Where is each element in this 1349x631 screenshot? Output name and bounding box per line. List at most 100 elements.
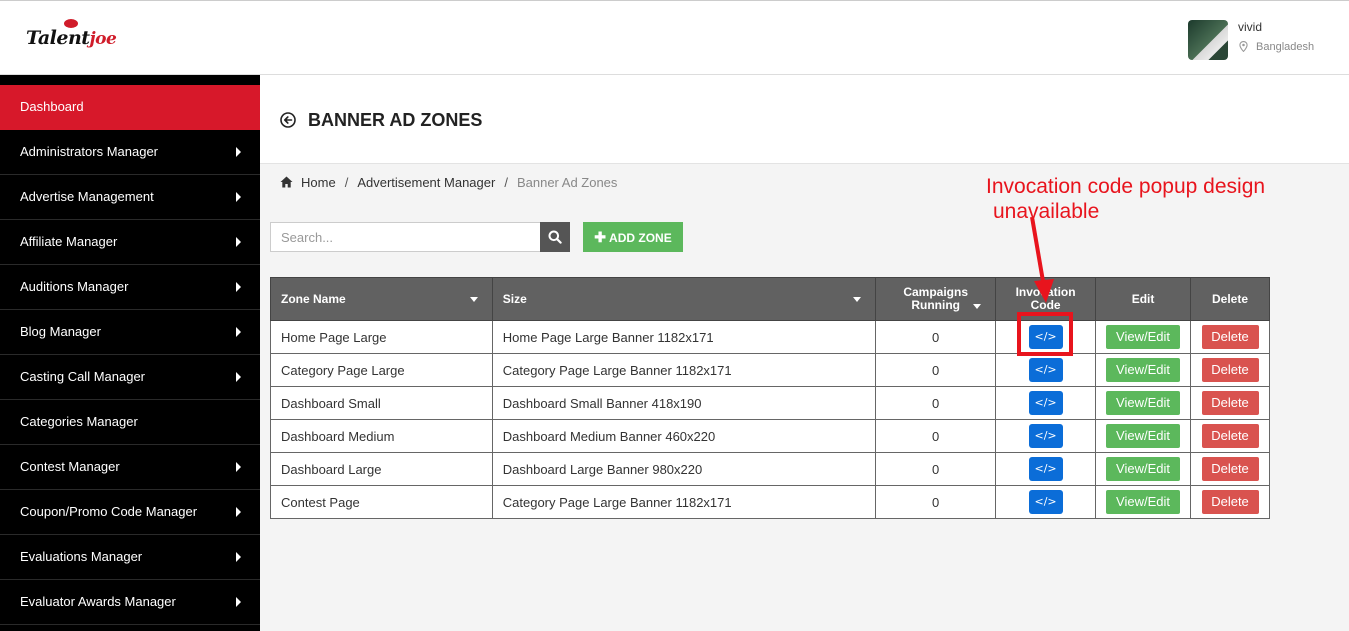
sidebar-item-label: Contest Manager <box>20 459 120 474</box>
cell-size: Home Page Large Banner 1182x171 <box>491 320 877 354</box>
cell-edit: View/Edit <box>1095 386 1191 420</box>
table-row: Dashboard Small Dashboard Small Banner 4… <box>270 386 1270 420</box>
sidebar-item-casting-call-manager[interactable]: Casting Call Manager <box>0 355 260 400</box>
delete-button[interactable]: Delete <box>1201 424 1259 448</box>
view-edit-button[interactable]: View/Edit <box>1106 424 1181 448</box>
cell-delete: Delete <box>1190 419 1270 453</box>
col-size[interactable]: Size <box>491 277 877 321</box>
cell-size: Dashboard Large Banner 980x220 <box>491 452 877 486</box>
back-arrow-circle-icon[interactable] <box>280 112 296 128</box>
view-edit-button[interactable]: View/Edit <box>1106 490 1181 514</box>
sidebar-item-categories-manager[interactable]: Categories Manager <box>0 400 260 445</box>
col-campaigns-running[interactable]: Campaigns Running <box>875 277 997 321</box>
sidebar-item-affiliate-manager[interactable]: Affiliate Manager <box>0 220 260 265</box>
invocation-code-button[interactable]: </> <box>1028 457 1063 481</box>
sort-caret-icon <box>469 297 478 302</box>
sidebar-item-coupon-promo-code-manager[interactable]: Coupon/Promo Code Manager <box>0 490 260 535</box>
breadcrumb-separator: / <box>504 175 508 190</box>
caret-right-icon <box>236 507 241 517</box>
sidebar-item-label: Affiliate Manager <box>20 234 118 249</box>
cell-size: Category Page Large Banner 1182x171 <box>491 353 877 387</box>
view-edit-button[interactable]: View/Edit <box>1106 457 1181 481</box>
view-edit-button[interactable]: View/Edit <box>1106 358 1181 382</box>
cell-zone-name: Dashboard Large <box>270 452 493 486</box>
cell-edit: View/Edit <box>1095 485 1191 519</box>
table-row: Home Page Large Home Page Large Banner 1… <box>270 320 1270 354</box>
invocation-code-button[interactable]: </> <box>1028 358 1063 382</box>
sidebar-item-label: Blog Manager <box>20 324 101 339</box>
user-profile[interactable]: vivid Bangladesh <box>1188 20 1338 60</box>
sidebar-item-label: Advertise Management <box>20 189 154 204</box>
sidebar-item-label: Evaluations Manager <box>20 549 143 564</box>
cell-delete: Delete <box>1190 452 1270 486</box>
cell-zone-name: Contest Page <box>270 485 493 519</box>
breadcrumb-home[interactable]: Home <box>301 175 336 190</box>
delete-button[interactable]: Delete <box>1201 325 1259 349</box>
col-edit-label: Edit <box>1131 292 1155 306</box>
table-row: Dashboard Large Dashboard Large Banner 9… <box>270 452 1270 486</box>
caret-right-icon <box>236 552 241 562</box>
view-edit-button[interactable]: View/Edit <box>1106 391 1181 415</box>
caret-right-icon <box>236 237 241 247</box>
delete-button[interactable]: Delete <box>1201 490 1259 514</box>
sidebar-item-label: Evaluator Awards Manager <box>20 594 176 609</box>
talentjoe-logo[interactable]: Talentjoe <box>26 19 117 63</box>
col-edit: Edit <box>1095 277 1191 321</box>
top-header: Talentjoe vivid Bangladesh <box>0 0 1349 75</box>
caret-right-icon <box>236 282 241 292</box>
sidebar-item-auditions-manager[interactable]: Auditions Manager <box>0 265 260 310</box>
cell-campaigns: 0 <box>875 320 997 354</box>
page-title: BANNER AD ZONES <box>308 110 483 130</box>
cell-zone-name: Home Page Large <box>270 320 493 354</box>
invocation-code-button[interactable]: </> <box>1028 424 1063 448</box>
caret-right-icon <box>236 327 241 337</box>
col-zone-name-label: Zone Name <box>281 292 346 306</box>
sidebar-item-contest-manager[interactable]: Contest Manager <box>0 445 260 490</box>
add-zone-label: ADD ZONE <box>609 231 672 245</box>
annotation-highlight-box <box>1017 312 1073 356</box>
plus-icon: ✚ <box>594 229 607 245</box>
sidebar-item-blog-manager[interactable]: Blog Manager <box>0 310 260 355</box>
sidebar-item-evaluations-manager[interactable]: Evaluations Manager <box>0 535 260 580</box>
search-icon <box>548 230 562 244</box>
breadcrumb-separator: / <box>344 175 349 190</box>
sidebar-nav: Dashboard Administrators Manager Adverti… <box>0 75 260 631</box>
invocation-code-button[interactable]: </> <box>1028 490 1063 514</box>
cell-campaigns: 0 <box>875 386 997 420</box>
search-button[interactable] <box>540 222 570 252</box>
sidebar-item-label: Coupon/Promo Code Manager <box>20 504 198 519</box>
sidebar-item-label: Dashboard <box>20 99 84 114</box>
sidebar-item-administrators-manager[interactable]: Administrators Manager <box>0 130 260 175</box>
sidebar-item-label: Administrators Manager <box>20 144 158 159</box>
cell-edit: View/Edit <box>1095 353 1191 387</box>
delete-button[interactable]: Delete <box>1201 358 1259 382</box>
cell-edit: View/Edit <box>1095 419 1191 453</box>
breadcrumb-current: Banner Ad Zones <box>516 175 618 190</box>
location-pin-icon <box>1239 41 1248 52</box>
delete-button[interactable]: Delete <box>1201 457 1259 481</box>
table-row: Contest Page Category Page Large Banner … <box>270 485 1270 519</box>
view-edit-button[interactable]: View/Edit <box>1106 325 1181 349</box>
avatar[interactable] <box>1188 20 1228 60</box>
delete-button[interactable]: Delete <box>1201 391 1259 415</box>
breadcrumb-advertisement-manager[interactable]: Advertisement Manager <box>357 175 495 190</box>
logo-text: Talentjoe <box>26 27 117 49</box>
sort-caret-icon <box>853 297 862 302</box>
table-row: Dashboard Medium Dashboard Medium Banner… <box>270 419 1270 453</box>
col-zone-name[interactable]: Zone Name <box>270 277 493 321</box>
table-header-row: Zone Name Size CampaignsRunning Invocati… <box>270 277 1270 321</box>
add-zone-button[interactable]: ✚ ADD ZONE <box>583 222 683 252</box>
col-delete-label: Delete <box>1211 292 1249 306</box>
sidebar-item-evaluator-awards-manager[interactable]: Evaluator Awards Manager <box>0 580 260 625</box>
cell-invocation: </> <box>995 452 1097 486</box>
user-location: Bangladesh <box>1256 41 1315 53</box>
caret-right-icon <box>236 147 241 157</box>
sort-caret-icon <box>973 304 982 309</box>
sidebar-item-advertise-management[interactable]: Advertise Management <box>0 175 260 220</box>
sidebar-item-label: Casting Call Manager <box>20 369 146 384</box>
cell-invocation: </> <box>995 419 1097 453</box>
sidebar-item-dashboard[interactable]: Dashboard <box>0 85 260 130</box>
invocation-code-button[interactable]: </> <box>1028 391 1063 415</box>
cell-invocation: </> <box>995 353 1097 387</box>
search-input[interactable] <box>270 222 541 252</box>
